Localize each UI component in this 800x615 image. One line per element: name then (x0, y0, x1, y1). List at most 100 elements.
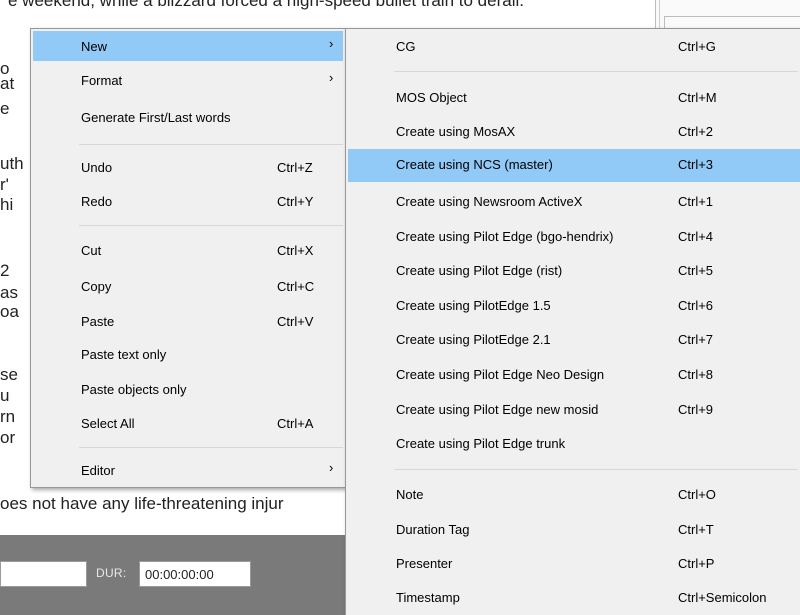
submenu-item-create-using-ncs-master[interactable]: Create using NCS (master) Ctrl+3 (348, 149, 800, 182)
submenu-item-mos-object[interactable]: MOS Object Ctrl+M (348, 82, 800, 112)
document-text-fragment: rn (0, 407, 16, 426)
menu-item-label: Copy (81, 279, 112, 294)
submenu-item-create-using-pilot-edge-trunk[interactable]: Create using Pilot Edge trunk (348, 428, 800, 458)
menu-separator (79, 144, 343, 145)
menu-item-label: CG (396, 39, 416, 54)
menu-item-label: Create using Pilot Edge (bgo-hendrix) (396, 229, 614, 244)
menu-item-cut[interactable]: Cut Ctrl+X (33, 235, 343, 265)
menu-item-label: Create using Pilot Edge (rist) (396, 263, 563, 278)
menu-item-shortcut: Ctrl+Y (277, 194, 314, 209)
menu-item-shortcut: Ctrl+A (277, 416, 314, 431)
menu-item-shortcut: Ctrl+C (277, 279, 315, 294)
document-text-fragment: u (0, 386, 10, 405)
submenu-item-duration-tag[interactable]: Duration Tag Ctrl+T (348, 514, 800, 544)
document-text-fragment: e (0, 99, 10, 118)
menu-item-label: Paste text only (81, 347, 167, 362)
menu-item-label: Duration Tag (396, 522, 470, 537)
submenu-item-create-using-pilotedge-2-1[interactable]: Create using PilotEdge 2.1 Ctrl+7 (348, 324, 800, 354)
menu-item-undo[interactable]: Undo Ctrl+Z (33, 152, 343, 182)
menu-item-copy[interactable]: Copy Ctrl+C (33, 271, 343, 301)
menu-item-paste[interactable]: Paste Ctrl+V (33, 306, 343, 336)
menu-item-shortcut: Ctrl+T (678, 522, 714, 537)
menu-item-label: Create using Pilot Edge trunk (396, 436, 566, 451)
menu-item-label: Create using NCS (master) (396, 157, 553, 172)
menu-item-shortcut: Ctrl+4 (678, 229, 714, 244)
menu-item-label: MOS Object (396, 90, 467, 105)
menu-item-generate-first-last-words[interactable]: Generate First/Last words (33, 102, 343, 132)
menu-item-label: New (81, 39, 108, 54)
menu-item-shortcut: Ctrl+9 (678, 402, 714, 417)
duration-label: DUR: (96, 566, 127, 580)
menu-item-new[interactable]: New › (33, 31, 343, 61)
menu-item-shortcut: Ctrl+P (678, 556, 715, 571)
menu-item-shortcut: Ctrl+Z (277, 160, 313, 175)
menu-item-label: Timestamp (396, 590, 460, 605)
submenu-item-note[interactable]: Note Ctrl+O (348, 479, 800, 509)
menu-item-label: Cut (81, 243, 102, 258)
menu-item-label: Redo (81, 194, 113, 209)
menu-item-shortcut: Ctrl+1 (678, 194, 714, 209)
submenu-item-create-using-pilot-edge-bgo-hendrix[interactable]: Create using Pilot Edge (bgo-hendrix) Ct… (348, 221, 800, 251)
menu-separator (394, 469, 798, 470)
menu-item-shortcut: Ctrl+Semicolon (678, 590, 767, 605)
submenu-arrow-icon: › (329, 70, 334, 85)
menu-item-paste-text-only[interactable]: Paste text only (33, 339, 343, 369)
submenu-item-create-using-pilotedge-1-5[interactable]: Create using PilotEdge 1.5 Ctrl+6 (348, 290, 800, 320)
menu-item-redo[interactable]: Redo Ctrl+Y (33, 186, 343, 216)
submenu-item-create-using-pilot-edge-neo-design[interactable]: Create using Pilot Edge Neo Design Ctrl+… (348, 359, 800, 389)
menu-item-shortcut: Ctrl+3 (678, 157, 714, 172)
document-text-fragment: or (0, 428, 16, 447)
menu-item-shortcut: Ctrl+M (678, 90, 717, 105)
context-menu: New › Format › Generate First/Last words… (30, 28, 346, 488)
new-submenu: CG Ctrl+G MOS Object Ctrl+M Create using… (345, 28, 800, 615)
menu-item-shortcut: Ctrl+6 (678, 298, 714, 313)
menu-item-paste-objects-only[interactable]: Paste objects only (33, 374, 343, 404)
menu-item-shortcut: Ctrl+X (277, 243, 314, 258)
menu-item-label: Paste (81, 314, 115, 329)
submenu-item-presenter[interactable]: Presenter Ctrl+P (348, 548, 800, 578)
menu-item-shortcut: Ctrl+7 (678, 332, 714, 347)
menu-item-label: Create using MosAX (396, 124, 516, 139)
duration-input[interactable]: 00:00:00:00 (139, 561, 251, 587)
submenu-item-create-using-newsroom-activex[interactable]: Create using Newsroom ActiveX Ctrl+1 (348, 186, 800, 216)
menu-item-shortcut: Ctrl+G (678, 39, 716, 54)
document-text-fragment: at (0, 74, 15, 93)
submenu-item-create-using-pilot-edge-new-mosid[interactable]: Create using Pilot Edge new mosid Ctrl+9 (348, 394, 800, 424)
menu-item-shortcut: Ctrl+2 (678, 124, 714, 139)
document-text-fragment: oa (0, 302, 19, 321)
text-field[interactable] (0, 561, 87, 587)
menu-item-label: Create using Newsroom ActiveX (396, 194, 583, 209)
document-text-fragment: 2 (0, 261, 10, 280)
menu-item-label: Create using PilotEdge 1.5 (396, 298, 551, 313)
document-text-fragment: se (0, 365, 18, 384)
submenu-item-create-using-pilot-edge-rist[interactable]: Create using Pilot Edge (rist) Ctrl+5 (348, 255, 800, 285)
submenu-arrow-icon: › (329, 460, 334, 475)
document-text-line: oes not have any life-threatening injur (0, 494, 284, 513)
menu-item-shortcut: Ctrl+O (678, 487, 716, 502)
menu-item-shortcut: Ctrl+5 (678, 263, 714, 278)
menu-item-label: Undo (81, 160, 113, 175)
menu-item-shortcut: Ctrl+8 (678, 367, 714, 382)
menu-separator (394, 71, 798, 72)
submenu-arrow-icon: › (329, 36, 334, 51)
menu-item-shortcut: Ctrl+V (277, 314, 314, 329)
menu-separator (79, 225, 343, 226)
submenu-item-cg[interactable]: CG Ctrl+G (348, 31, 800, 61)
menu-item-label: Create using Pilot Edge new mosid (396, 402, 599, 417)
document-text-fragment: r' (0, 175, 9, 194)
document-text-fragment: as (0, 283, 18, 302)
menu-item-format[interactable]: Format › (33, 65, 343, 95)
menu-item-editor[interactable]: Editor › (33, 455, 343, 485)
menu-item-label: Format (81, 73, 123, 88)
submenu-item-timestamp[interactable]: Timestamp Ctrl+Semicolon (348, 582, 800, 612)
menu-item-label: Select All (81, 416, 135, 431)
menu-separator (79, 447, 343, 448)
menu-item-select-all[interactable]: Select All Ctrl+A (33, 408, 343, 438)
document-text-fragment: uth (0, 154, 24, 173)
menu-item-label: Presenter (396, 556, 453, 571)
menu-item-label: Create using PilotEdge 2.1 (396, 332, 551, 347)
submenu-item-create-using-mosax[interactable]: Create using MosAX Ctrl+2 (348, 116, 800, 146)
menu-item-label: Paste objects only (81, 382, 187, 397)
menu-item-label: Editor (81, 463, 115, 478)
duration-bar: DUR: 00:00:00:00 (0, 535, 345, 615)
